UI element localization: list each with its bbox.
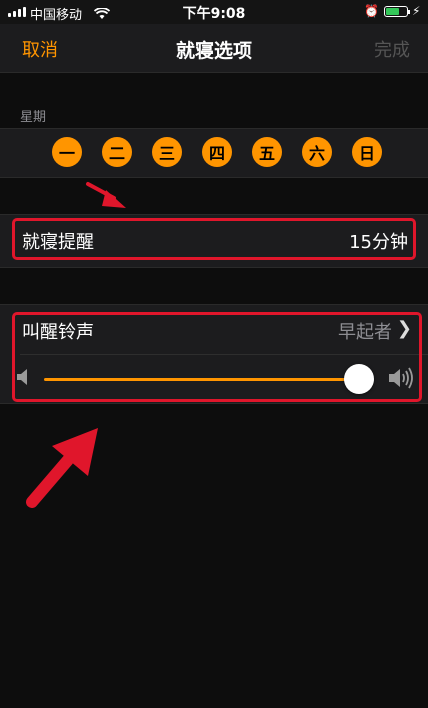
page-title: 就寝选项 [175, 40, 252, 62]
charging-bolt-icon: ⚡ [412, 4, 421, 18]
day-toggle-thu[interactable]: 四 [202, 137, 232, 167]
weekday-section-header: 星期 [20, 110, 47, 125]
weekday-picker: 一 二 三 四 五 六 日 [52, 137, 382, 167]
day-toggle-mon[interactable]: 一 [52, 137, 82, 167]
day-toggle-fri[interactable]: 五 [252, 137, 282, 167]
day-toggle-wed[interactable]: 三 [152, 137, 182, 167]
annotation-arrow-large-icon [26, 428, 98, 508]
annotation-box-bedtime [12, 218, 416, 260]
day-toggle-sat[interactable]: 六 [302, 137, 332, 167]
day-toggle-sun[interactable]: 日 [352, 137, 382, 167]
alarm-clock-icon: ⏰ [364, 4, 379, 18]
day-toggle-tue[interactable]: 二 [102, 137, 132, 167]
annotation-box-sound [12, 312, 422, 402]
annotation-arrow-small-icon [86, 182, 126, 208]
done-button[interactable]: 完成 [374, 36, 410, 62]
battery-icon [384, 6, 410, 17]
